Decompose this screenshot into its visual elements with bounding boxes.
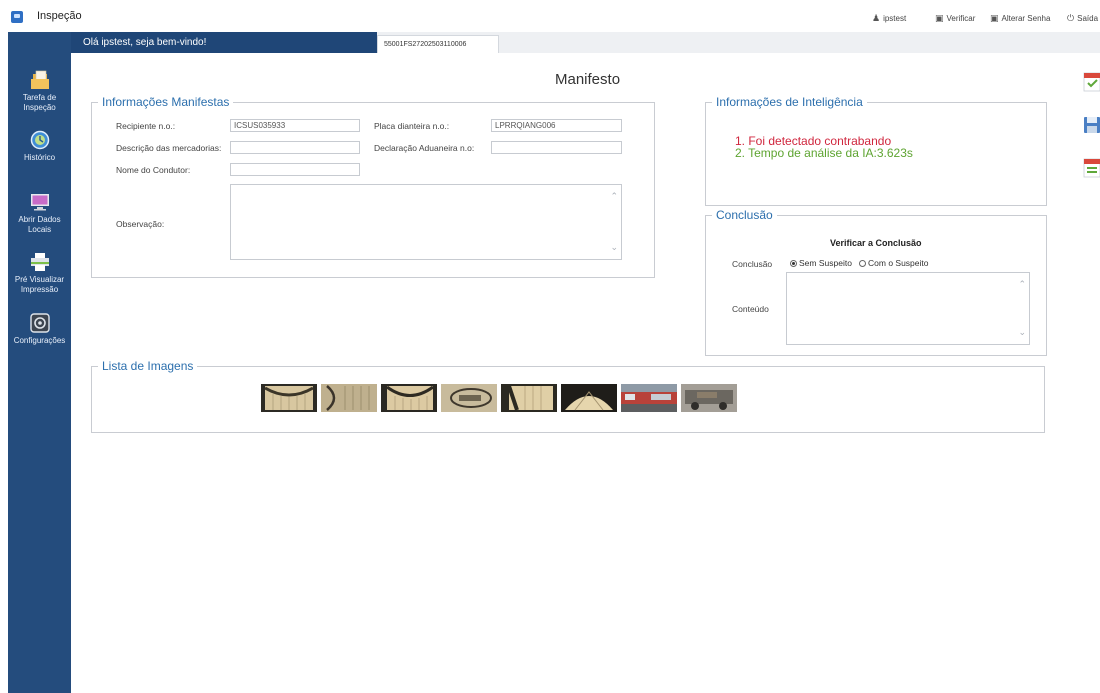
radio-selected-icon [790,260,797,267]
sidebar-item-settings[interactable]: Configurações [8,313,71,346]
exit-button[interactable]: ⏻ Saída [1067,13,1098,24]
conclusion-heading: Verificar a Conclusão [830,238,922,248]
image-thumbnail[interactable] [381,384,437,412]
notes-label: Observação: [116,219,165,229]
user-icon: ♟ [872,13,881,23]
sidebar-item-history[interactable]: Histórico [8,130,71,163]
lock-icon: ▣ [935,13,944,23]
monitor-icon [30,194,49,211]
intelligence-group: Informações de Inteligência 1. Foi detec… [705,95,1047,206]
image-thumbnail[interactable] [681,384,737,412]
sidebar-item-inspection-task[interactable]: Tarefa de Inspeção [8,70,71,113]
image-thumbnail[interactable] [441,384,497,412]
gear-icon [29,313,50,333]
customs-declaration-field[interactable] [491,141,622,154]
image-thumbnail[interactable] [561,384,617,412]
user-name: ipstest [883,14,907,23]
customs-declaration-label: Declaração Aduaneira n.o: [374,143,475,153]
scroll-down-icon[interactable]: ⌄ [1018,327,1026,338]
conclusion-label: Conclusão [732,259,773,269]
radio-unselected-icon [859,260,867,267]
radio-with-suspect[interactable]: Com o Suspeito [859,258,929,268]
image-thumbnail[interactable] [621,384,677,412]
content-textarea[interactable]: ⌃ ⌄ [786,272,1030,345]
driver-name-field[interactable] [230,163,360,176]
sidebar-item-open-local-data[interactable]: Abrir Dados Locais [8,192,71,235]
manifest-legend: Informações Manifestas [98,95,234,109]
sidebar: Tarefa de Inspeção Histórico Abrir Dados… [8,32,71,693]
page-title: Manifesto [555,71,621,88]
intelligence-analysis-time: 2. Tempo de análise da IA:3.623s [735,146,913,160]
image-list-legend: Lista de Imagens [98,359,198,373]
goods-description-field[interactable] [230,141,360,154]
save-icon[interactable] [1079,112,1100,138]
recipient-label: Recipiente n.o.: [116,121,176,131]
front-plate-field[interactable]: LPRRQIANG006 [491,119,622,132]
conclusion-group: Conclusão Verificar a Conclusão Conclusã… [705,208,1047,356]
app-logo-icon [11,11,23,23]
image-thumbnail[interactable] [321,384,377,412]
notes-textarea[interactable]: ⌃ ⌄ [230,184,622,260]
tab-welcome[interactable]: Olá ipstest, seja bem-vindo! [71,32,377,53]
change-password-label: Alterar Senha [1001,14,1051,23]
goods-description-label: Descrição das mercadorias: [116,143,222,153]
clock-history-icon [30,130,49,150]
driver-name-label: Nome do Condutor: [116,165,191,175]
tab-document[interactable]: 55001FS27202503110006 [377,35,499,53]
sidebar-item-print-preview[interactable]: Pré Visualizar Impressão [8,252,71,295]
power-icon: ⏻ [1067,13,1075,23]
exit-label: Saída [1077,14,1099,23]
app-title: Inspeção [37,10,82,22]
image-thumbnail[interactable] [501,384,557,412]
printer-icon [30,253,49,271]
front-plate-label: Placa dianteira n.o.: [374,121,450,131]
verify-button[interactable]: ▣ Verificar [935,13,975,24]
user-menu[interactable]: ♟ ipstest [872,13,906,24]
intelligence-legend: Informações de Inteligência [712,95,867,109]
radio-no-suspect[interactable]: Sem Suspeito [790,258,852,268]
recipient-field[interactable]: ICSUS035933 [230,119,360,132]
folder-task-icon [30,70,49,89]
image-thumbnail[interactable] [261,384,317,412]
conclusion-legend: Conclusão [712,208,777,222]
verify-label: Verificar [946,14,976,23]
title-bar: Inspeção ♟ ipstest ▣ Verificar ▣ Alterar… [0,0,1100,32]
scroll-up-icon[interactable]: ⌃ [1018,279,1026,290]
calendar-list-icon[interactable] [1079,155,1100,181]
conclusion-radio-group: Sem Suspeito Com o Suspeito [790,258,929,268]
scroll-up-icon[interactable]: ⌃ [610,191,618,202]
manifest-group: Informações Manifestas Recipiente n.o.: … [91,95,655,278]
scroll-down-icon[interactable]: ⌄ [610,242,618,253]
content-label: Conteúdo [732,304,769,314]
change-password-button[interactable]: ▣ Alterar Senha [990,13,1050,24]
calendar-confirm-icon[interactable] [1079,69,1100,95]
lock-icon: ▣ [990,13,999,23]
